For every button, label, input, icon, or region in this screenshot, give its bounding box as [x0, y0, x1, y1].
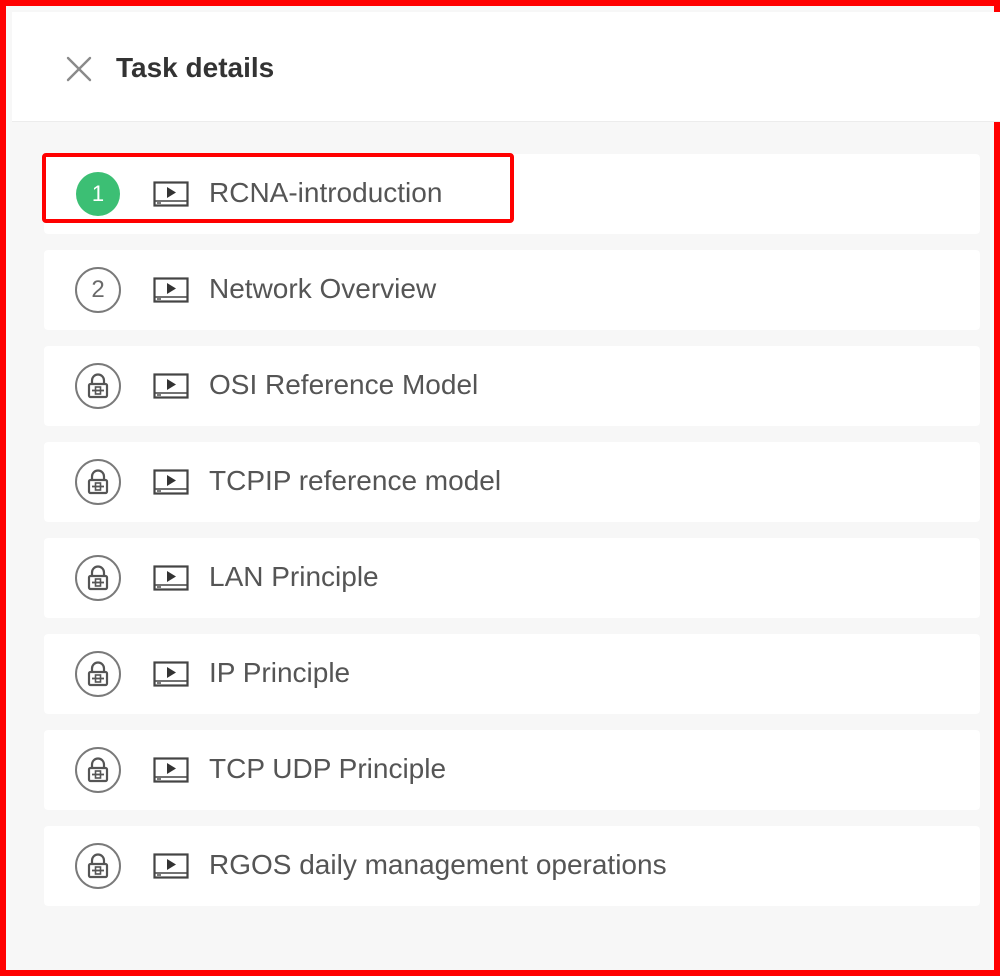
task-item-1[interactable]: 1 RCNA-introduction [44, 154, 980, 234]
task-title: OSI Reference Model [209, 369, 479, 400]
task-item-2[interactable]: 2 Network Overview [44, 250, 980, 330]
task-item-4[interactable]: TCPIP reference model [44, 442, 980, 522]
lock-icon [87, 853, 109, 879]
task-status-badge [75, 747, 121, 793]
close-icon [66, 56, 92, 82]
task-item-5[interactable]: LAN Principle [44, 538, 980, 618]
task-item-6[interactable]: IP Principle [44, 634, 980, 714]
lock-icon [87, 469, 109, 495]
task-item-7[interactable]: TCP UDP Principle [44, 730, 980, 810]
task-title: RGOS daily management operations [209, 849, 667, 880]
lock-icon [87, 565, 109, 591]
video-icon [153, 181, 189, 207]
task-title: Network Overview [209, 273, 437, 304]
lock-icon [87, 373, 109, 399]
task-title: TCP UDP Principle [209, 753, 447, 784]
task-title: TCPIP reference model [209, 465, 502, 496]
task-list: 1 RCNA-introduction 2 Network Overview O… [44, 154, 980, 922]
task-status-badge: 1 [76, 172, 120, 216]
video-icon [153, 373, 189, 399]
task-status-badge [75, 459, 121, 505]
video-icon [153, 469, 189, 495]
video-icon [153, 661, 189, 687]
task-status-badge [75, 651, 121, 697]
panel-header: Task details [12, 12, 1000, 122]
video-icon [153, 277, 189, 303]
lock-icon [87, 661, 109, 687]
task-status-badge [75, 363, 121, 409]
task-item-8[interactable]: RGOS daily management operations [44, 826, 980, 906]
task-title: LAN Principle [209, 561, 379, 592]
close-button[interactable] [64, 54, 94, 84]
task-title: RCNA-introduction [209, 177, 443, 208]
lock-icon [87, 757, 109, 783]
task-status-badge [75, 843, 121, 889]
video-icon [153, 757, 189, 783]
task-title: IP Principle [209, 657, 351, 688]
video-icon [153, 853, 189, 879]
task-status-badge [75, 555, 121, 601]
video-icon [153, 565, 189, 591]
task-status-badge: 2 [75, 267, 121, 313]
task-details-panel: Task details 1 RCNA-introduction 2 Netwo… [0, 0, 1000, 976]
page-title: Task details [116, 52, 275, 83]
task-item-3[interactable]: OSI Reference Model [44, 346, 980, 426]
